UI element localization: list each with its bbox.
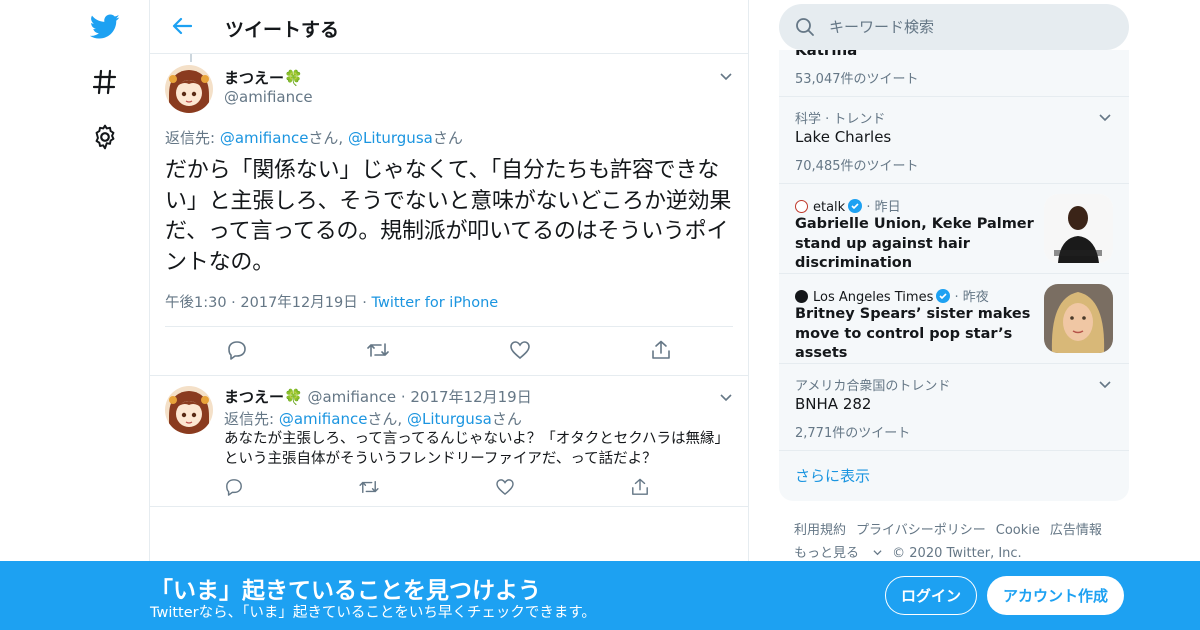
reply-mention-link[interactable]: @amifiance — [220, 129, 309, 147]
signup-button[interactable]: アカウント作成 — [987, 576, 1124, 615]
news-time: 昨日 — [874, 200, 901, 215]
tweet-author[interactable]: まつえー🍀 @amifiance — [224, 67, 313, 106]
chevron-down-icon[interactable] — [718, 389, 734, 405]
page-title: ツイートする — [225, 19, 340, 41]
news-thumbnail — [1044, 284, 1113, 353]
footer: 利用規約 プライバシーポリシー Cookie 広告情報 もっと見る © 2020 Tw… — [794, 519, 1134, 565]
reply-mention-link[interactable]: @Liturgusa — [407, 410, 492, 428]
divider — [165, 326, 733, 327]
news-source: etalk · 昨日 — [795, 196, 901, 215]
news-headline: Britney Spears’ sister makes move to con… — [795, 306, 1031, 361]
chevron-down-icon[interactable] — [718, 68, 734, 84]
signup-banner: 「いま」起きていることを見つけよう Twitterなら、「いま」起きていることを… — [0, 561, 1200, 630]
footer-more-link[interactable]: もっと見る — [794, 546, 882, 561]
tweet-date[interactable]: 2017年12月19日 — [240, 295, 357, 311]
thread-line — [190, 54, 192, 62]
banner-subtitle: Twitterなら、「いま」起きていることをいち早くチェックできます。 — [150, 605, 596, 621]
search-input[interactable] — [829, 4, 1109, 50]
retweet-icon[interactable] — [357, 475, 381, 499]
tweet-header: まつえー🍀 @amifiance · 2017年12月19日 — [224, 388, 532, 406]
reply-icon[interactable] — [222, 475, 246, 499]
trend-count: 2,771件のツイート — [795, 426, 911, 441]
reply-mention-link[interactable]: @Liturgusa — [348, 129, 433, 147]
trend-item[interactable]: Katrina 53,047件のツイート — [779, 50, 1129, 97]
reply-suffix: さん — [491, 410, 522, 428]
trend-name: Katrina — [795, 50, 858, 59]
search-icon — [795, 17, 815, 37]
tweet-client-link[interactable]: Twitter for iPhone — [372, 295, 499, 311]
avatar[interactable] — [165, 65, 213, 113]
trend-count: 70,485件のツイート — [795, 159, 919, 174]
reply-mention-link[interactable]: @amifiance — [279, 410, 368, 428]
banner-title: 「いま」起きていることを見つけよう — [150, 578, 541, 604]
reply-icon[interactable] — [225, 338, 249, 362]
header: ツイートする — [150, 0, 748, 54]
reply-suffix: さん, — [367, 410, 407, 428]
share-icon[interactable] — [649, 338, 673, 362]
chevron-down-icon[interactable] — [1097, 109, 1113, 125]
reply-suffix: さん — [432, 129, 463, 147]
news-source: Los Angeles Times · 昨夜 — [795, 286, 989, 305]
trends-panel: Katrina 53,047件のツイート 科学 · トレンド Lake Char… — [779, 50, 1129, 501]
user-handle: @amifiance — [224, 88, 313, 106]
trend-name: Lake Charles — [795, 128, 892, 146]
tweet-time[interactable]: 午後1:30 — [165, 295, 227, 311]
reply-prefix: 返信先: — [165, 129, 220, 147]
back-arrow-icon[interactable] — [168, 12, 196, 40]
verified-badge-icon — [848, 199, 863, 213]
trend-category: アメリカ合衆国のトレンド — [795, 379, 951, 394]
etalk-logo-icon — [795, 200, 808, 213]
trend-category: 科学 · トレンド — [795, 112, 886, 127]
footer-link-ads[interactable]: 広告情報 — [1050, 523, 1102, 538]
chevron-down-icon[interactable] — [1097, 376, 1113, 392]
news-thumbnail — [1044, 194, 1113, 263]
main-column: ツイートする まつえー🍀 @amifiance 返信先: @amifianceさ… — [149, 0, 749, 630]
footer-link-privacy[interactable]: プライバシーポリシー — [856, 523, 986, 538]
login-button[interactable]: ログイン — [885, 576, 977, 615]
focused-tweet: まつえー🍀 @amifiance 返信先: @amifianceさん, @Lit… — [150, 54, 748, 376]
trend-item[interactable]: 科学 · トレンド Lake Charles 70,485件のツイート — [779, 97, 1129, 184]
retweet-icon[interactable] — [366, 338, 390, 362]
reply-to-line: 返信先: @amifianceさん, @Liturgusaさん — [224, 408, 522, 429]
heart-icon[interactable] — [508, 338, 532, 362]
reply-tweet[interactable]: まつえー🍀 @amifiance · 2017年12月19日 返信先: @ami… — [150, 376, 748, 507]
hashtag-icon[interactable] — [90, 67, 120, 97]
tweet-text: あなたが主張しろ、って言ってるんじゃないよ？「オタクとセクハラは無縁」という主張… — [224, 431, 730, 467]
display-name: まつえー🍀 — [224, 69, 303, 87]
heart-icon[interactable] — [493, 475, 517, 499]
source-name: etalk — [813, 200, 846, 215]
search-box[interactable] — [779, 4, 1129, 50]
footer-link-cookie[interactable]: Cookie — [996, 523, 1040, 538]
display-name[interactable]: まつえー🍀 — [224, 388, 303, 406]
reply-suffix: さん, — [308, 129, 348, 147]
tweet-date[interactable]: 2017年12月19日 — [410, 388, 531, 406]
reply-prefix: 返信先: — [224, 410, 279, 428]
show-more-link[interactable]: さらに表示 — [795, 465, 870, 486]
avatar[interactable] — [165, 386, 213, 434]
news-time: 昨夜 — [962, 290, 989, 305]
verified-badge-icon — [936, 289, 951, 303]
latimes-logo-icon — [795, 290, 808, 303]
chevron-down-icon — [873, 550, 882, 556]
trend-count: 53,047件のツイート — [795, 72, 919, 87]
trend-name: BNHA 282 — [795, 395, 872, 413]
news-headline: Gabrielle Union, Keke Palmer stand up ag… — [795, 216, 1034, 271]
reply-to-line: 返信先: @amifianceさん, @Liturgusaさん — [165, 127, 463, 148]
trend-item[interactable]: アメリカ合衆国のトレンド BNHA 282 2,771件のツイート — [779, 364, 1129, 451]
source-name: Los Angeles Times — [813, 290, 934, 305]
copyright: © 2020 Twitter, Inc. — [892, 546, 1022, 561]
news-item[interactable]: Los Angeles Times · 昨夜 Britney Spears’ s… — [779, 274, 1129, 364]
share-icon[interactable] — [628, 475, 652, 499]
gear-icon[interactable] — [90, 122, 120, 152]
user-handle[interactable]: @amifiance — [307, 388, 396, 406]
left-nav — [0, 0, 150, 630]
news-item[interactable]: etalk · 昨日 Gabrielle Union, Keke Palmer … — [779, 184, 1129, 274]
footer-more-label: もっと見る — [794, 546, 860, 561]
twitter-bird-icon[interactable] — [90, 12, 120, 42]
tweet-text: だから「関係ない」じゃなくて、「自分たちも許容できない」と主張しろ、そうでないと… — [165, 158, 732, 275]
tweet-meta: 午後1:30 · 2017年12月19日 · Twitter for iPhon… — [165, 295, 499, 311]
footer-link-terms[interactable]: 利用規約 — [794, 523, 846, 538]
